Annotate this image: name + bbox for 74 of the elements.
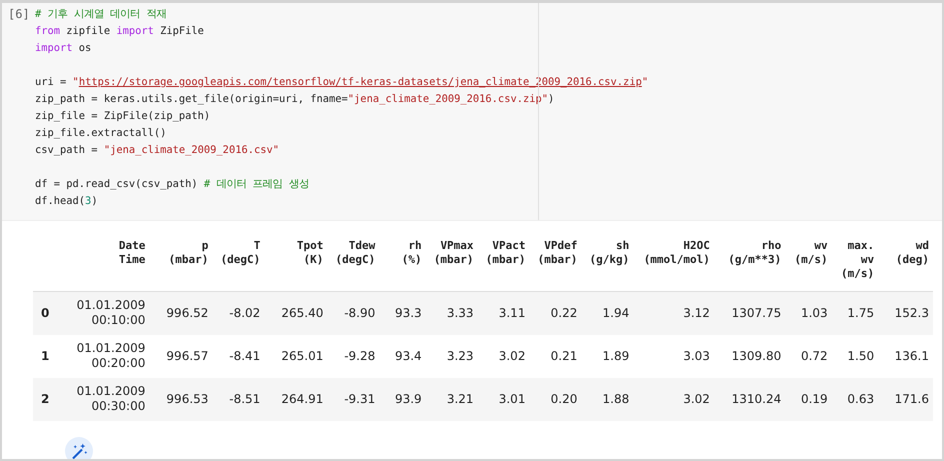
- table-cell: 996.53: [149, 378, 212, 420]
- code-token: ": [72, 76, 79, 88]
- code-token: csv_path =: [35, 144, 99, 156]
- table-cell: 01.01.2009 00:10:00: [57, 292, 150, 334]
- code-token: uri =: [35, 76, 68, 88]
- table-cell: 0.22: [529, 292, 582, 334]
- table-cell: 93.4: [379, 334, 426, 378]
- table-cell: 93.9: [379, 378, 426, 420]
- table-cell: 3.12: [633, 292, 714, 334]
- table-cell: 136.1: [878, 334, 933, 378]
- code-token: # 기후 시계열 데이터 적재: [35, 8, 166, 20]
- table-cell: -9.31: [327, 378, 380, 420]
- table-cell: 3.03: [633, 334, 714, 378]
- table-cell: -8.90: [327, 292, 380, 334]
- table-cell: 01.01.2009 00:30:00: [57, 378, 150, 420]
- table-cell: -8.51: [212, 378, 264, 420]
- table-cell: 1.50: [832, 334, 878, 378]
- code-token: zip_file.extractall(): [35, 127, 166, 139]
- table-cell: 3.02: [633, 378, 714, 420]
- table-cell: 0.63: [832, 378, 878, 420]
- table-cell: -8.41: [212, 334, 264, 378]
- code-token: zip_path = keras.utils.get_file(origin=uri, fname=: [35, 93, 348, 105]
- code-token: import: [35, 42, 73, 54]
- table-cell: 265.01: [264, 334, 328, 378]
- table-cell: 1310.24: [714, 378, 786, 420]
- code-token: from: [35, 25, 60, 37]
- code-token: "jena_climate_2009_2016.csv.zip": [348, 93, 548, 105]
- table-cell: 1.88: [581, 378, 634, 420]
- table-cell: 0.20: [529, 378, 582, 420]
- table-cell: -9.28: [327, 334, 380, 378]
- code-token: ): [548, 93, 554, 105]
- code-token: "jena_climate_2009_2016.csv": [104, 144, 279, 156]
- code-token: zip_file = ZipFile(zip_path): [35, 110, 210, 122]
- code-token: df = pd.read_csv(csv_path): [35, 178, 199, 190]
- table-cell: 3.11: [478, 292, 530, 334]
- row-index: 2: [33, 378, 58, 420]
- row-index: 1: [33, 334, 58, 378]
- execution-count: [6]: [7, 6, 31, 23]
- table-cell: 1.89: [581, 334, 634, 378]
- table-cell: 1.94: [581, 292, 634, 334]
- table-cell: -8.02: [212, 292, 264, 334]
- code-token: 3: [85, 195, 92, 207]
- table-cell: 01.01.2009 00:20:00: [57, 334, 150, 378]
- magic-wand-button[interactable]: [65, 436, 93, 459]
- code-token: df.head(: [35, 195, 86, 207]
- code-token: os: [78, 42, 92, 54]
- table-cell: 3.33: [426, 292, 478, 334]
- table-cell: 3.21: [426, 378, 478, 420]
- row-index: 0: [33, 292, 58, 334]
- code-token: zipfile: [65, 25, 112, 37]
- table-cell: 264.91: [264, 378, 328, 420]
- table-cell: 265.40: [264, 292, 328, 334]
- table-cell: 3.23: [426, 334, 478, 378]
- table-cell: 152.3: [878, 292, 933, 334]
- code-token: ": [642, 76, 648, 88]
- code-token: # 데이터 프레임 생성: [204, 178, 309, 190]
- table-cell: 3.01: [478, 378, 530, 420]
- table-cell: 1.75: [832, 292, 878, 334]
- code-token: ZipFile: [159, 25, 204, 37]
- magic-wand-icon: [70, 442, 88, 459]
- table-cell: 0.21: [529, 334, 582, 378]
- code-token: import: [116, 25, 154, 37]
- table-cell: 996.57: [149, 334, 212, 378]
- table-cell: 171.6: [878, 378, 933, 420]
- table-cell: 1309.80: [714, 334, 786, 378]
- table-cell: 93.3: [379, 292, 426, 334]
- table-cell: 1.03: [785, 292, 832, 334]
- url-link[interactable]: https://storage.googleapis.com/tensorflow/tf-keras-datasets/jena_climate_2009_2016.csv.zip: [78, 76, 642, 88]
- table-cell: 1307.75: [714, 292, 786, 334]
- table-cell: 996.52: [149, 292, 212, 334]
- table-cell: 0.19: [785, 378, 832, 420]
- table-cell: 0.72: [785, 334, 832, 378]
- table-cell: 3.02: [478, 334, 530, 378]
- code-token: ): [91, 195, 98, 207]
